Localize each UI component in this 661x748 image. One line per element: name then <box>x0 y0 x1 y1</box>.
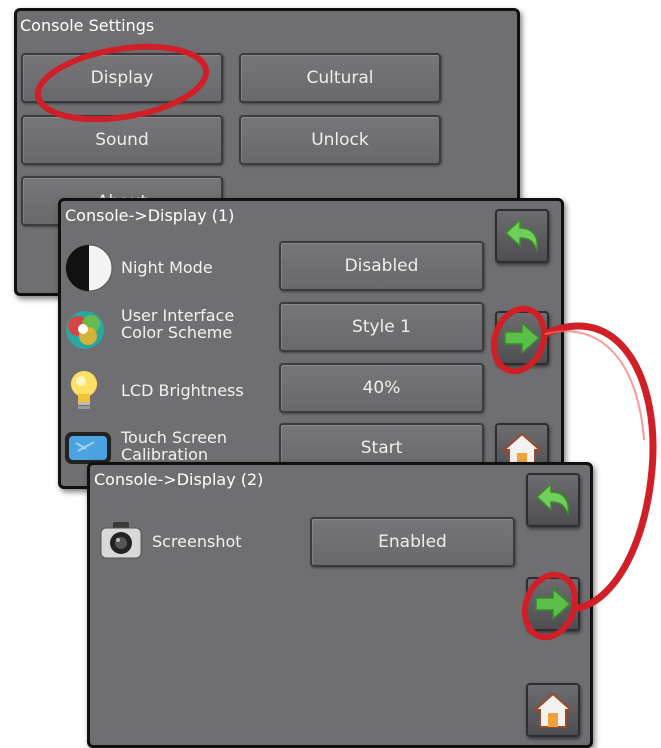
night-mode-value-button[interactable]: Disabled <box>279 241 484 291</box>
camera-icon <box>99 520 143 560</box>
lcd-brightness-value-button[interactable]: 40% <box>279 363 484 413</box>
cultural-button[interactable]: Cultural <box>239 53 441 103</box>
back-button[interactable] <box>526 473 580 527</box>
next-page-button[interactable] <box>495 311 549 365</box>
forward-arrow-icon <box>535 587 572 621</box>
color-scheme-icon <box>64 309 106 351</box>
screenshot-label: Screenshot <box>152 532 242 551</box>
unlock-button[interactable]: Unlock <box>239 115 441 165</box>
display-page-2-panel: Console->Display (2) Screenshot Enabled <box>87 462 593 748</box>
display-page-1-panel: Console->Display (1) Night Mode Disabled… <box>58 198 564 489</box>
color-scheme-value-button[interactable]: Style 1 <box>279 302 484 352</box>
back-arrow-icon <box>535 482 570 516</box>
screenshot-value-button[interactable]: Enabled <box>310 517 515 567</box>
page-title: Console->Display (2) <box>94 470 264 489</box>
page-title: Console Settings <box>20 16 155 35</box>
page-title: Console->Display (1) <box>65 206 235 225</box>
back-button[interactable] <box>495 209 549 263</box>
night-mode-label: Night Mode <box>121 258 213 277</box>
lightbulb-icon <box>67 369 101 413</box>
lcd-brightness-label: LCD Brightness <box>121 381 244 400</box>
home-icon <box>533 692 573 728</box>
home-button[interactable] <box>526 683 580 737</box>
touch-screen-icon <box>64 431 112 465</box>
display-button[interactable]: Display <box>21 53 223 103</box>
touch-calibration-label: Touch Screen Calibration <box>121 428 228 464</box>
forward-arrow-icon <box>504 321 541 355</box>
color-scheme-label: User Interface Color Scheme <box>121 306 235 342</box>
back-arrow-icon <box>504 218 539 252</box>
next-page-button[interactable] <box>526 577 580 631</box>
night-mode-icon <box>64 243 114 293</box>
sound-button[interactable]: Sound <box>21 115 223 165</box>
